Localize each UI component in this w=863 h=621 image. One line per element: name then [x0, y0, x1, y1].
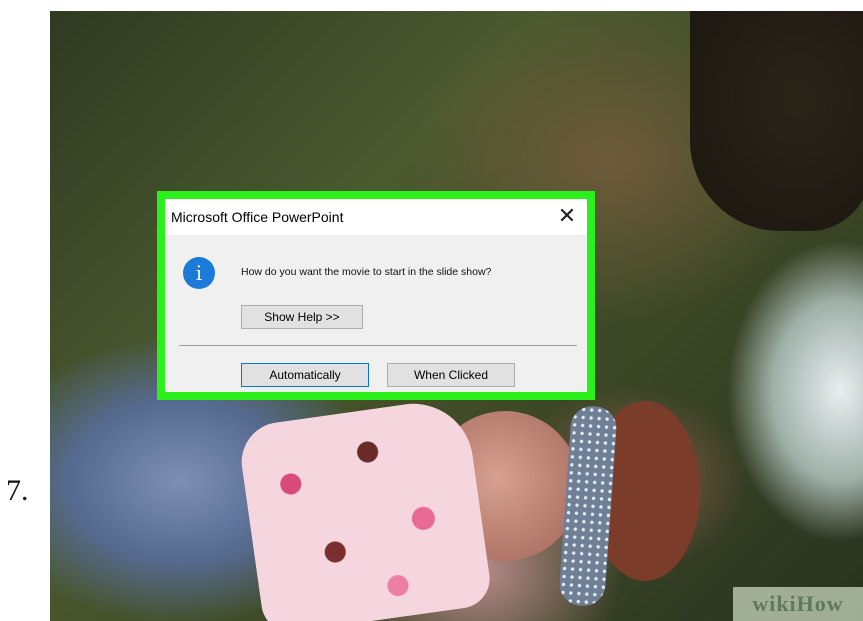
baby-headband: [558, 404, 618, 608]
dialog-titlebar: Microsoft Office PowerPoint ✕: [165, 199, 587, 235]
dialog-highlight-frame: Microsoft Office PowerPoint ✕ i How do y…: [157, 191, 595, 400]
baby-bib: [236, 396, 494, 621]
when-clicked-button[interactable]: When Clicked: [387, 363, 515, 387]
info-icon-glyph: i: [195, 261, 203, 285]
step-number: 7.: [6, 474, 29, 507]
dialog-message: How do you want the movie to start in th…: [241, 266, 492, 278]
dialog-title: Microsoft Office PowerPoint: [171, 209, 344, 225]
close-icon[interactable]: ✕: [553, 203, 581, 229]
tree-trunk: [690, 11, 863, 231]
dialog-separator: [179, 345, 577, 346]
wikihow-watermark: wikiHow: [733, 587, 863, 621]
info-icon: i: [183, 257, 215, 289]
show-help-button[interactable]: Show Help >>: [241, 305, 363, 329]
automatically-button[interactable]: Automatically: [241, 363, 369, 387]
